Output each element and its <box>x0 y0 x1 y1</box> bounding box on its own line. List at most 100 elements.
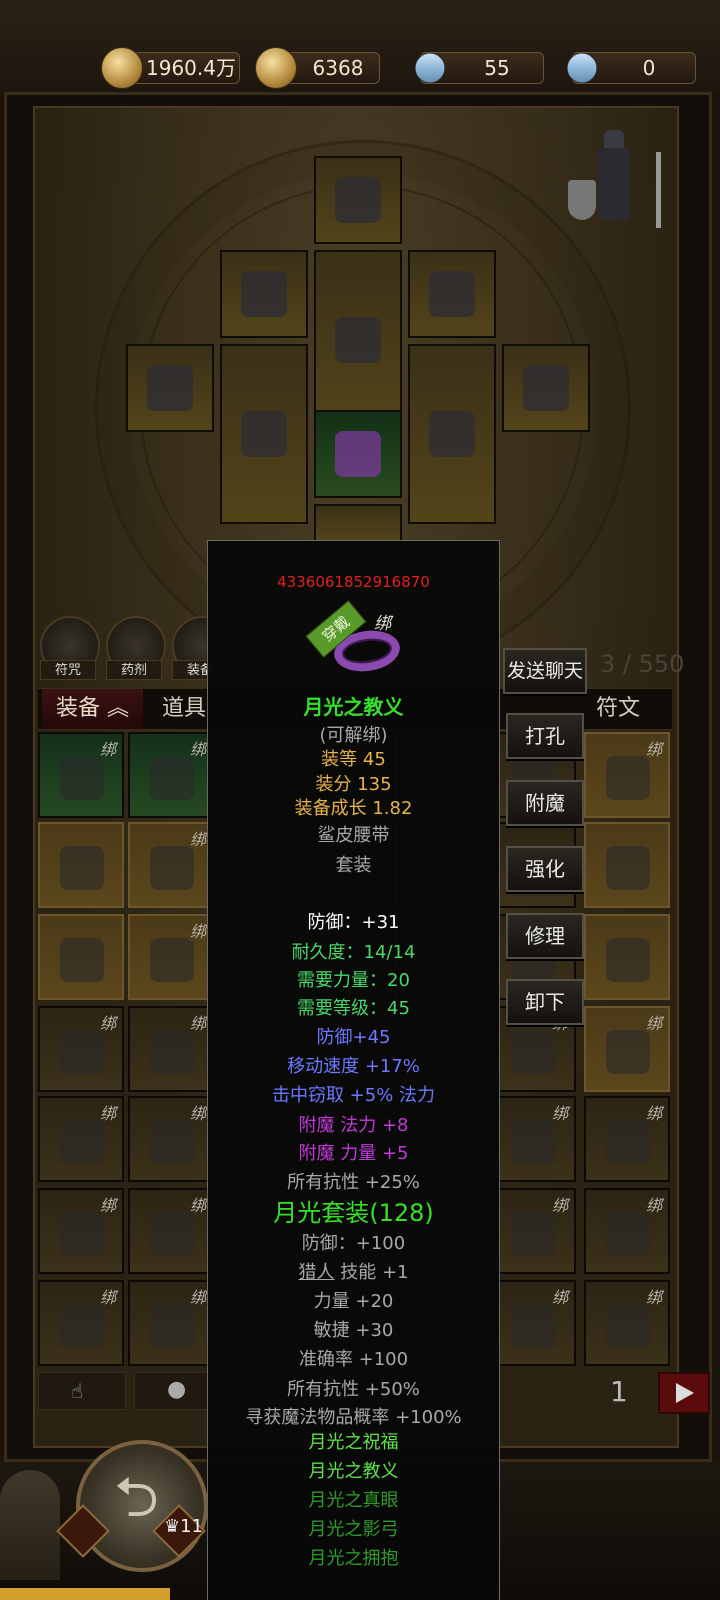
ring-right-slot[interactable] <box>502 344 590 432</box>
bind-badge: 绑 <box>645 740 662 759</box>
bind-badge: 绑 <box>99 1014 116 1033</box>
item-icon <box>150 846 194 890</box>
armor-icon <box>335 317 381 363</box>
item-icon <box>150 1120 194 1164</box>
send-chat-button[interactable]: 发送聊天 <box>503 648 587 694</box>
level-badge-value: 11 <box>180 1516 204 1537</box>
currency-gold[interactable]: 1960.4万 <box>101 47 240 89</box>
bind-badge: 绑 <box>189 1014 206 1033</box>
item-icon <box>60 846 104 890</box>
currency-silver[interactable]: 6368 <box>255 47 380 89</box>
inventory-slot[interactable]: 绑 <box>38 1280 124 1366</box>
bind-badge: 绑 <box>645 1104 662 1123</box>
shield-icon <box>429 411 475 457</box>
armor-slot[interactable] <box>314 250 402 430</box>
enchant-line: 附魔 法力 +8 <box>298 1115 409 1136</box>
bind-badge: 绑 <box>551 1104 568 1123</box>
item-icon <box>150 1212 194 1256</box>
boots-slot[interactable] <box>314 504 402 544</box>
helmet-icon <box>335 177 381 223</box>
inventory-slot[interactable]: 绑 <box>128 1006 214 1092</box>
silver-coin-icon <box>255 47 297 89</box>
inventory-slot[interactable]: 绑 <box>490 1188 576 1274</box>
inventory-slot[interactable]: 绑 <box>128 822 214 908</box>
inventory-slot[interactable]: 绑 <box>490 1280 576 1366</box>
inventory-slot[interactable]: 绑 <box>128 1096 214 1182</box>
ring-left-slot[interactable] <box>126 344 214 432</box>
enchant-button[interactable]: 附魔 <box>506 780 584 826</box>
inventory-slot[interactable]: 绑 <box>490 1096 576 1182</box>
inventory-slot[interactable]: 绑 <box>128 732 214 818</box>
inventory-slot[interactable]: 绑 <box>38 1188 124 1274</box>
repair-button[interactable]: 修理 <box>506 913 584 959</box>
mod-line: 移动速度 +17% <box>287 1056 420 1077</box>
mod-line: 击中窃取 +5% 法力 <box>271 1085 436 1106</box>
amulet-slot[interactable] <box>408 250 496 338</box>
item-icon <box>606 938 650 982</box>
inventory-slot[interactable]: 绑 <box>584 732 670 818</box>
item-tooltip: 4336061852916870 穿戴 绑 月光之教义 (可解绑) 装等 45 … <box>207 540 500 1600</box>
return-door-icon: ⮌ <box>114 1465 159 1530</box>
potion-label: 药剂 <box>106 660 162 680</box>
inventory-slot[interactable]: 绑 <box>128 1280 214 1366</box>
inventory-slot[interactable] <box>584 914 670 1000</box>
inventory-slot[interactable]: 绑 <box>584 1280 670 1366</box>
page-number: 1 <box>610 1375 628 1408</box>
item-icon <box>606 1304 650 1348</box>
item-icon <box>60 938 104 982</box>
inventory-slot[interactable]: 绑 <box>128 914 214 1000</box>
character-preview[interactable] <box>568 130 668 240</box>
inventory-slot[interactable]: 绑 <box>584 1096 670 1182</box>
upgrade-button[interactable]: 强化 <box>506 846 584 892</box>
tab-runes[interactable]: 符文 <box>596 689 640 729</box>
inventory-slot[interactable] <box>38 822 124 908</box>
set-item: 月光之祝福 <box>308 1432 399 1453</box>
money-bag-icon: ● <box>167 1377 187 1402</box>
weapon-slot[interactable] <box>220 344 308 524</box>
bind-badge: 绑 <box>99 1196 116 1215</box>
socket-button[interactable]: 打孔 <box>506 713 584 759</box>
shield-slot[interactable] <box>408 344 496 524</box>
bind-badge: 绑 <box>551 1288 568 1307</box>
bind-badge: 绑 <box>189 740 206 759</box>
tab-equipment-label: 装备 <box>56 696 101 721</box>
inventory-slot[interactable] <box>584 822 670 908</box>
bind-badge: 绑 <box>551 1196 568 1215</box>
gloves-icon <box>241 271 287 317</box>
tap-hand-button[interactable]: ☝ <box>38 1372 126 1410</box>
item-icon: 穿戴 绑 <box>305 600 403 679</box>
currency-crystal-2[interactable]: 0 <box>560 46 696 90</box>
tab-equipment[interactable]: 装备 ︽ <box>42 689 144 729</box>
stat-durability: 耐久度：14/14 <box>291 942 416 963</box>
item-icon <box>606 846 650 890</box>
helmet-slot[interactable] <box>314 156 402 244</box>
talisman-label: 符咒 <box>40 660 96 680</box>
tab-items[interactable]: 道具 <box>162 689 206 729</box>
return-button[interactable]: ⮌ <box>76 1440 208 1572</box>
set-bonus-skill-line: 猎人 技能 +1 <box>208 1258 499 1284</box>
bind-badge: 绑 <box>645 1014 662 1033</box>
stat-all-resist: 所有抗性 +25% <box>287 1172 420 1193</box>
belt-slot[interactable] <box>314 410 402 498</box>
inventory-slot[interactable]: 绑 <box>38 1096 124 1182</box>
item-icon <box>606 756 650 800</box>
inventory-slot[interactable]: 绑 <box>38 1006 124 1092</box>
item-name: 月光之教义 <box>303 695 404 719</box>
gloves-slot[interactable] <box>220 250 308 338</box>
inventory-slot[interactable]: 绑 <box>584 1188 670 1274</box>
top-bar: 1960.4万 6368 55 0 <box>0 0 720 92</box>
inventory-slot[interactable]: 绑 <box>38 732 124 818</box>
level-badge: ♛11 <box>164 1516 203 1537</box>
set-label: 套装 <box>335 855 372 876</box>
unequip-button[interactable]: 卸下 <box>506 979 584 1025</box>
inventory-slot[interactable] <box>38 914 124 1000</box>
item-icon <box>512 1030 556 1074</box>
next-page-button[interactable] <box>658 1372 710 1414</box>
inventory-slot[interactable]: 绑 <box>128 1188 214 1274</box>
inventory-slot[interactable]: 绑 <box>584 1006 670 1092</box>
item-icon <box>150 938 194 982</box>
set-bonus-line: 寻获魔法物品概率 +100% <box>245 1407 462 1428</box>
knight-body-icon <box>598 148 630 220</box>
set-bonus-line: 力量 +20 <box>313 1291 394 1312</box>
currency-crystal[interactable]: 55 <box>408 46 544 90</box>
